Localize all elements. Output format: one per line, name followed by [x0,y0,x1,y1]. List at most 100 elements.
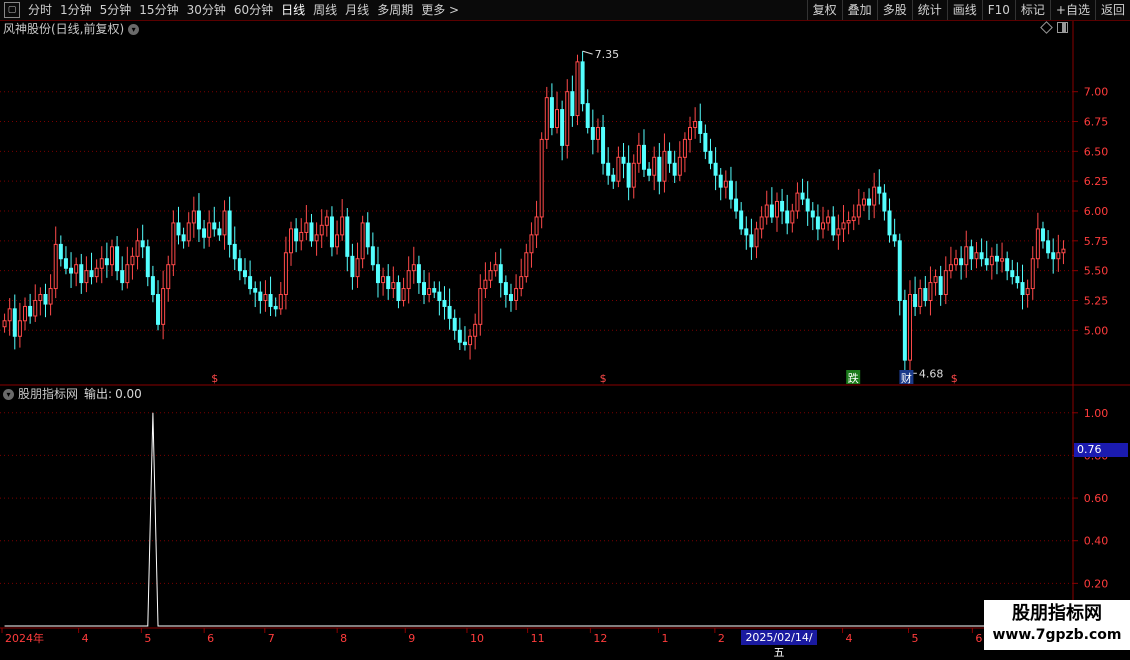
add-watchlist-button[interactable]: +自选 [1049,0,1095,20]
x-tick-label: 2 [718,632,725,645]
price-chart[interactable]: 7.00 6.75 6.50 6.25 6.00 5.75 5.50 5.25 5.00 1.00… [0,0,1130,650]
multi-stock-button[interactable]: 多股 [876,0,912,20]
price-tick-label: 5.00 [1084,324,1109,337]
tab-period[interactable]: 15分钟 [135,0,182,20]
candle-body [401,288,406,301]
candle-body [534,216,539,236]
candle-body [524,252,529,278]
top-toolbar: ▢ 分时 1分钟 5分钟 15分钟 30分钟 60分钟 日线 周线 月线 多周期… [0,0,1130,21]
candle-body [375,264,380,284]
candle-body [815,216,820,230]
candle-body [774,200,779,218]
tab-period[interactable]: 周线 [309,0,341,20]
candle-body [79,264,84,284]
candle-body [739,210,744,230]
candle-body [606,162,611,176]
chevron-down-icon[interactable]: ▾ [3,389,14,400]
candle-body [1025,288,1030,296]
back-button[interactable]: 返回 [1094,0,1130,20]
candle-body [821,222,826,230]
candle-body [621,156,626,164]
x-tick-label: 1 [661,632,668,645]
indicator-tick-label: 0.60 [1084,492,1109,505]
candle-body [63,258,68,269]
candle-body [386,276,391,290]
x-tick-label: 2024年 [5,631,44,645]
candle-body [207,222,212,238]
candle-body [457,329,462,343]
panel-toggle-icon[interactable] [1057,22,1068,33]
chevron-down-icon[interactable]: ▾ [128,23,140,35]
candle-body [125,264,130,284]
candle-body [728,180,733,200]
mark-button[interactable]: 标记 [1014,0,1050,20]
candle-body [1046,240,1051,254]
x-tick-label: 4 [82,632,89,645]
stock-name: 风神股份(日线,前复权) [3,22,125,36]
candle-body [299,231,304,242]
candle-body [248,276,253,290]
diamond-icon[interactable] [1040,21,1053,34]
candle-body [570,91,575,117]
candle-body [1040,228,1045,242]
candle-body [887,210,892,236]
stats-button[interactable]: 统计 [911,0,947,20]
candle-body [1020,282,1025,296]
adjust-button[interactable]: 复权 [806,0,842,20]
x-tick-label: 8 [340,632,347,645]
candle-body [437,291,442,301]
tab-period[interactable]: 分时 [24,0,56,20]
candle-body [324,216,329,226]
tab-period[interactable]: 5分钟 [96,0,136,20]
event-marker-bg [899,370,914,384]
candle-body [954,258,959,266]
candle-body [718,174,723,188]
candle-body [754,228,759,248]
candle-body [892,234,897,242]
tab-more[interactable]: 更多 > [417,0,463,20]
candle-body [759,216,764,230]
candle-body [468,335,473,346]
indicator-tick-label: 0.40 [1084,535,1109,548]
indicator-name: 股朋指标网 [18,387,79,401]
candle-body [969,246,974,260]
candle-body [585,103,590,128]
candle-body [948,264,953,272]
window-icon[interactable]: ▢ [4,2,20,18]
candle-body [631,162,636,188]
candle-body [69,267,74,274]
candle-body [94,267,99,278]
candle-body [227,210,232,245]
cursor-value-badge: 0.76 [1074,443,1128,457]
tab-period[interactable]: 30分钟 [183,0,230,20]
tab-period[interactable]: 多周期 [373,0,417,20]
event-marker: $ [211,372,218,385]
candle-body [810,210,815,218]
tab-period[interactable]: 1分钟 [56,0,96,20]
candle-body [984,258,989,266]
price-tick-label: 7.00 [1084,86,1109,99]
candle-body [595,126,600,140]
tab-period-active[interactable]: 日线 [277,0,309,20]
candle-body [662,150,667,182]
chart-corner-icons [1040,21,1068,34]
overlay-button[interactable]: 叠加 [841,0,877,20]
candle-body [877,186,882,194]
tab-period[interactable]: 月线 [341,0,373,20]
candle-body [902,299,907,361]
candle-body [283,252,288,296]
indicator-output-value: 0.00 [115,387,142,401]
tab-period[interactable]: 60分钟 [230,0,277,20]
f10-button[interactable]: F10 [981,0,1015,20]
high-pointer [582,50,593,55]
candle-body [749,234,754,248]
period-tabs: ▢ 分时 1分钟 5分钟 15分钟 30分钟 60分钟 日线 周线 月线 多周期… [0,0,463,20]
candle-body [708,150,713,164]
candle-body [58,243,63,260]
candle-body [109,246,114,266]
candle-body [565,91,570,146]
draw-line-button[interactable]: 画线 [946,0,982,20]
event-marker-bg [846,370,861,384]
x-tick-label: 6 [207,632,214,645]
candle-body [345,216,350,257]
